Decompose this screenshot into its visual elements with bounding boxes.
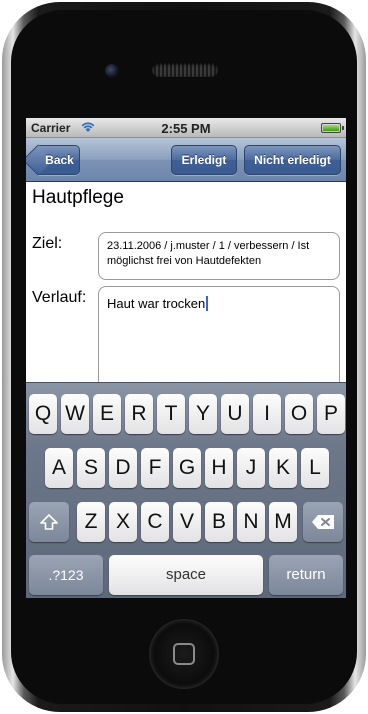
back-button[interactable]: Back xyxy=(26,144,80,176)
key-f[interactable]: F xyxy=(141,448,169,488)
clock: 2:55 PM xyxy=(161,121,211,136)
delete-icon xyxy=(312,515,334,529)
key-s[interactable]: S xyxy=(77,448,105,488)
status-bar: Carrier 2:55 PM xyxy=(26,118,346,138)
not-done-button[interactable]: Nicht erledigt xyxy=(244,145,341,175)
shift-key[interactable] xyxy=(29,502,69,542)
navigation-bar: Back Erledigt Nicht erledigt xyxy=(26,138,346,182)
key-z[interactable]: Z xyxy=(77,502,105,542)
speaker-grille xyxy=(152,63,218,77)
done-button[interactable]: Erledigt xyxy=(171,145,237,175)
home-button[interactable] xyxy=(149,619,219,689)
key-a[interactable]: A xyxy=(45,448,73,488)
key-m[interactable]: M xyxy=(269,502,297,542)
key-r[interactable]: R xyxy=(125,394,153,434)
key-u[interactable]: U xyxy=(221,394,249,434)
key-q[interactable]: Q xyxy=(29,394,57,434)
key-v[interactable]: V xyxy=(173,502,201,542)
key-w[interactable]: W xyxy=(61,394,89,434)
shift-icon xyxy=(40,514,58,530)
key-y[interactable]: Y xyxy=(189,394,217,434)
key-h[interactable]: H xyxy=(205,448,233,488)
key-x[interactable]: X xyxy=(109,502,137,542)
back-button-label: Back xyxy=(45,153,74,167)
ziel-label: Ziel: xyxy=(32,235,63,252)
delete-key[interactable] xyxy=(303,502,343,542)
key-c[interactable]: C xyxy=(141,502,169,542)
key-t[interactable]: T xyxy=(157,394,185,434)
key-b[interactable]: B xyxy=(205,502,233,542)
battery-icon xyxy=(321,123,344,133)
key-o[interactable]: O xyxy=(285,394,313,434)
text-cursor xyxy=(206,296,209,311)
key-l[interactable]: L xyxy=(301,448,329,488)
key-g[interactable]: G xyxy=(173,448,201,488)
page-title: Hautpflege xyxy=(32,187,124,208)
key-i[interactable]: I xyxy=(253,394,281,434)
key-d[interactable]: D xyxy=(109,448,137,488)
key-k[interactable]: K xyxy=(269,448,297,488)
key-n[interactable]: N xyxy=(237,502,265,542)
key-j[interactable]: J xyxy=(237,448,265,488)
keyboard: Q W E R T Y U I O P A S D F G H J K L Z … xyxy=(26,382,346,598)
ziel-field[interactable]: 23.11.2006 / j.muster / 1 / verbessern /… xyxy=(98,232,340,280)
key-e[interactable]: E xyxy=(93,394,121,434)
verlauf-field[interactable]: Haut war trocken xyxy=(98,286,340,396)
camera-icon xyxy=(105,64,119,78)
space-key[interactable]: space xyxy=(109,555,263,595)
verlauf-text: Haut war trocken xyxy=(107,296,206,311)
key-p[interactable]: P xyxy=(317,394,345,434)
home-square-icon xyxy=(173,643,195,665)
return-key[interactable]: return xyxy=(269,555,343,595)
screen: Carrier 2:55 PM Back Erledigt Nicht erle… xyxy=(26,118,346,598)
numbers-key[interactable]: .?123 xyxy=(29,555,103,595)
verlauf-label: Verlauf: xyxy=(32,289,87,306)
